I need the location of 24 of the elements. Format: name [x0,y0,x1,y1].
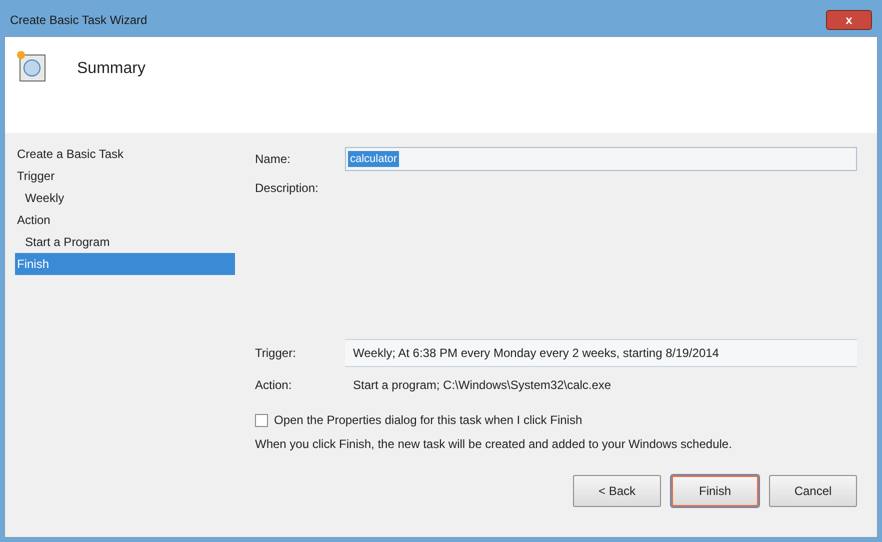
info-text: When you click Finish, the new task will be created and added to your Windows schedule. [255,436,733,453]
sidebar-item[interactable]: Weekly [15,187,235,209]
dialog-button[interactable]: Cancel [769,475,857,507]
field-label: Trigger: [255,345,297,362]
dialog-button[interactable]: Finish [671,475,759,507]
clock-icon [17,51,47,83]
action-field: Start a program; C:\Windows\System32\calc.exe [345,371,857,399]
trigger-field: Weekly; At 6:38 PM every Monday every 2 weeks, starting 8/19/2014 [345,339,857,367]
field-label: Action: [255,377,293,394]
sidebar-item[interactable]: Start a Program [15,231,235,253]
page-title: Summary [77,59,146,79]
field-label: Name: [255,151,292,168]
checkbox[interactable] [255,414,268,426]
window-title: Create Basic Task Wizard [10,12,148,29]
selected-text: calculator [348,150,400,168]
dialog-button[interactable]: < Back [573,475,661,507]
checkbox-label: Open the Properties dialog for this task when I click Finish [274,412,582,429]
sidebar-item[interactable]: Action [15,209,235,231]
sidebar-item[interactable]: Trigger [15,165,235,187]
field-label: Description: [255,180,320,197]
close-button[interactable]: x [826,10,872,30]
sidebar-item[interactable]: Create a Basic Task [15,143,235,165]
sidebar-item[interactable]: Finish [15,253,235,275]
name-input-field[interactable]: calculator [345,147,857,171]
